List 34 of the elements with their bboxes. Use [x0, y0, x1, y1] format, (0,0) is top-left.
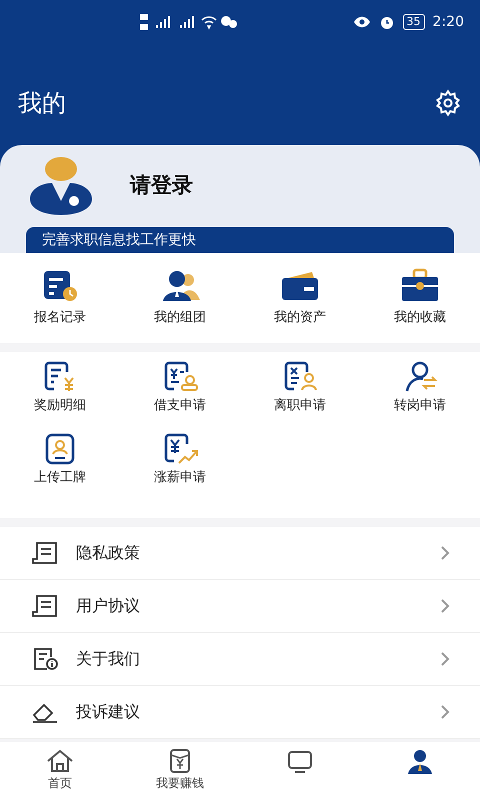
battery-level: 35	[402, 14, 425, 30]
chevron-right-icon	[440, 545, 450, 561]
service-item[interactable]: 上传工牌	[0, 432, 120, 498]
home-icon	[45, 748, 75, 774]
profile-banner[interactable]: 完善求职信息找工作更快	[26, 227, 454, 253]
tab-item[interactable]: 首页	[0, 748, 120, 792]
menu-row[interactable]: 用户协议	[0, 580, 480, 633]
clock-time: 2:20	[432, 12, 464, 32]
document-icon	[30, 593, 60, 619]
chevron-right-icon	[440, 651, 450, 667]
shortcut-item[interactable]: 我的收藏	[360, 268, 480, 328]
service-item[interactable]: 借支申请	[120, 360, 240, 426]
tab-item[interactable]: 我要赚钱	[120, 748, 240, 792]
shortcut-item[interactable]: 报名记录	[0, 268, 120, 328]
settings-icon[interactable]	[434, 88, 462, 116]
shortcut-item[interactable]: 我的资产	[240, 268, 360, 328]
service-item[interactable]: 离职申请	[240, 360, 360, 426]
shortcut-item[interactable]: 我的组团	[120, 268, 240, 328]
menu-row[interactable]: 关于我们	[0, 633, 480, 686]
login-prompt[interactable]: 请登录	[130, 170, 193, 202]
menu-row[interactable]: 隐私政策	[0, 527, 480, 580]
service-item[interactable]: 奖励明细	[0, 360, 120, 426]
avatar-icon	[28, 157, 94, 215]
chevron-right-icon	[440, 704, 450, 720]
eye-icon	[352, 16, 371, 28]
menu-row[interactable]: 投诉建议	[0, 686, 480, 739]
document-icon	[30, 540, 60, 566]
page-title: 我的	[18, 88, 66, 118]
alarm-icon	[378, 14, 395, 30]
person-icon	[405, 748, 435, 774]
screen-icon	[285, 748, 315, 774]
service-item[interactable]: 转岗申请	[360, 360, 480, 426]
chevron-right-icon	[440, 598, 450, 614]
service-item[interactable]: 涨薪申请	[120, 432, 240, 498]
